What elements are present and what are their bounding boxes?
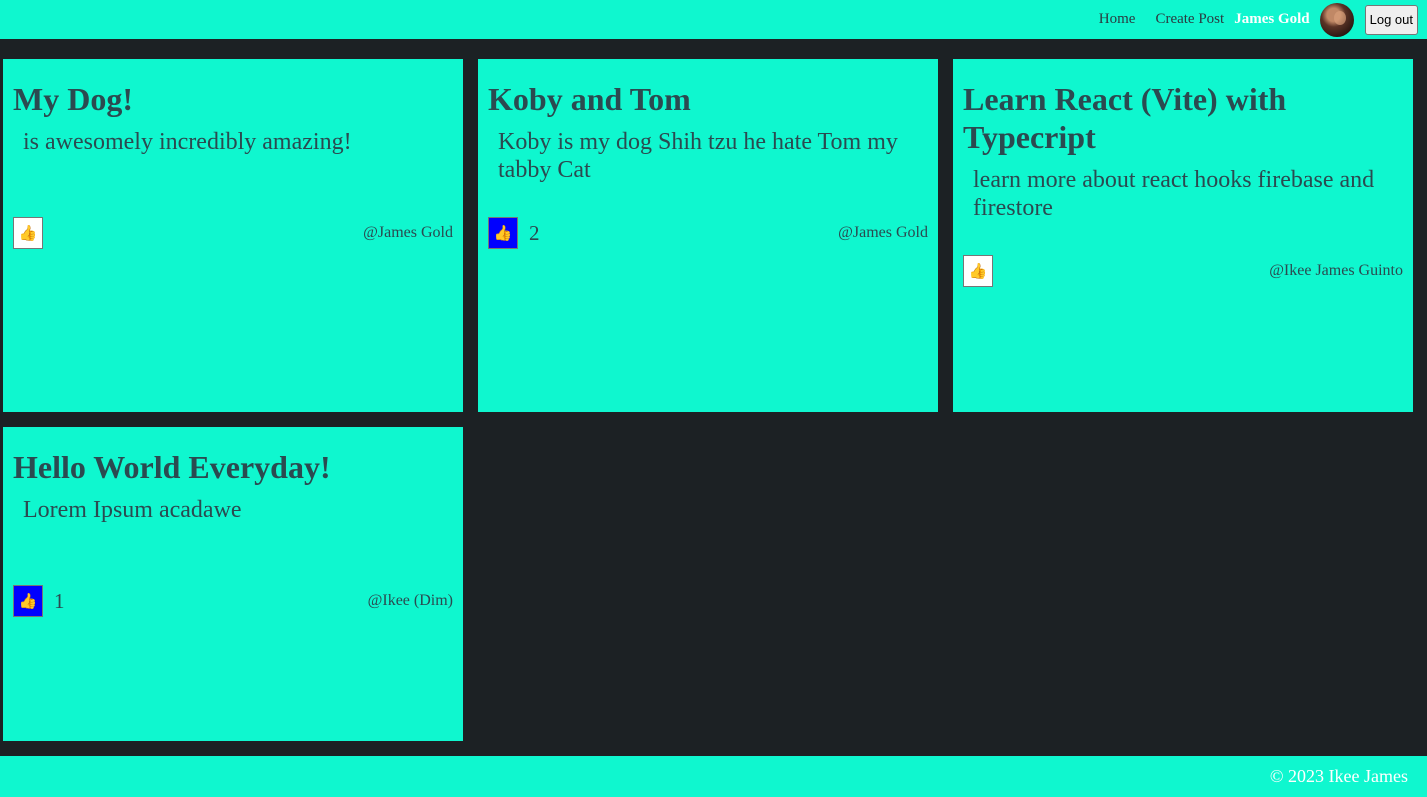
nav-user-name: James Gold xyxy=(1234,11,1310,27)
like-group: 👍 xyxy=(963,255,1004,287)
post-card: My Dog! is awesomely incredibly amazing!… xyxy=(3,59,463,412)
post-footer: 👍 2 @James Gold xyxy=(488,217,928,249)
copyright-text: © 2023 Ikee James xyxy=(1269,766,1408,786)
nav-home-link[interactable]: Home xyxy=(1099,11,1136,28)
like-button[interactable]: 👍 xyxy=(488,217,518,249)
post-title: Koby and Tom xyxy=(488,81,691,117)
thumbs-up-icon: 👍 xyxy=(493,225,513,242)
post-card: Koby and Tom Koby is my dog Shih tzu he … xyxy=(478,59,938,412)
post-title: Hello World Everyday! xyxy=(13,449,331,485)
like-count: 1 xyxy=(54,588,65,613)
post-title: My Dog! xyxy=(13,81,133,117)
thumbs-up-icon: 👍 xyxy=(18,225,38,242)
thumbs-up-icon: 👍 xyxy=(18,593,38,610)
post-body: Lorem Ipsum acadawe xyxy=(23,497,242,523)
nav-create-post-link[interactable]: Create Post xyxy=(1155,11,1224,28)
post-body: Koby is my dog Shih tzu he hate Tom my t… xyxy=(498,129,898,183)
post-footer: 👍 @James Gold xyxy=(13,217,453,249)
page-footer: © 2023 Ikee James xyxy=(0,756,1427,797)
post-author: @James Gold xyxy=(838,224,928,241)
post-card: Hello World Everyday! Lorem Ipsum acadaw… xyxy=(3,427,463,741)
like-count: 2 xyxy=(529,220,540,245)
like-group: 👍 2 xyxy=(488,217,540,249)
post-author: @Ikee James Guinto xyxy=(1269,262,1403,279)
post-card: Learn React (Vite) with Typecript learn … xyxy=(953,59,1413,412)
post-body: is awesomely incredibly amazing! xyxy=(23,129,352,155)
post-body: learn more about react hooks firebase an… xyxy=(973,167,1375,221)
like-group: 👍 1 xyxy=(13,585,65,617)
thumbs-up-icon: 👍 xyxy=(968,263,988,280)
post-title: Learn React (Vite) with Typecript xyxy=(963,81,1287,155)
avatar xyxy=(1319,2,1354,37)
post-footer: 👍 @Ikee James Guinto xyxy=(963,255,1403,287)
like-button[interactable]: 👍 xyxy=(13,217,43,249)
logout-button[interactable]: Log out xyxy=(1364,4,1418,35)
post-author: @James Gold xyxy=(363,224,453,241)
like-group: 👍 xyxy=(13,217,54,249)
post-footer: 👍 1 @Ikee (Dim) xyxy=(13,585,453,617)
top-navbar: Home Create Post James Gold Log out xyxy=(0,0,1427,39)
post-author: @Ikee (Dim) xyxy=(367,592,453,609)
like-button[interactable]: 👍 xyxy=(963,255,993,287)
like-button[interactable]: 👍 xyxy=(13,585,43,617)
